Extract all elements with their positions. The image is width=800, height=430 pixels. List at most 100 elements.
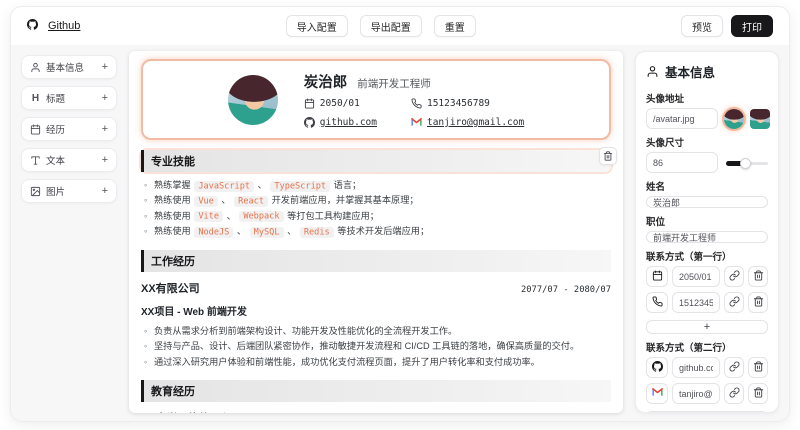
link-button[interactable] xyxy=(724,292,744,313)
delete-button[interactable] xyxy=(748,383,768,404)
link-button[interactable] xyxy=(724,357,744,378)
icon-picker-button[interactable] xyxy=(646,266,668,287)
contact-phone-input[interactable] xyxy=(672,292,720,313)
delete-button[interactable] xyxy=(748,266,768,287)
config-buttons: 导入配置 导出配置 重置 xyxy=(80,15,681,37)
contact-github[interactable]: github.com xyxy=(303,117,377,128)
work-section[interactable]: 工作经历 XX有限公司 2077/07 - 2080/07 XX项目 - Web… xyxy=(141,249,611,371)
contact-entry-date xyxy=(646,266,768,287)
avatar-url-input[interactable] xyxy=(646,108,718,129)
resume-name: 炭治郎 xyxy=(303,75,348,91)
name-label: 姓名 xyxy=(646,182,666,193)
slider-knob[interactable] xyxy=(739,157,751,169)
panel-title: 基本信息 xyxy=(646,62,768,81)
avatar-thumb-square[interactable] xyxy=(750,108,770,129)
contact-phone: 15123456789 xyxy=(411,98,524,109)
resume-preview-area: 炭治郎 前端开发工程师 2050/01 15123456789 github.c… xyxy=(129,51,623,413)
sidebar-item-text[interactable]: 文本 + xyxy=(21,148,117,172)
trash-icon xyxy=(753,269,764,284)
contact-email-input[interactable] xyxy=(672,383,720,404)
resume-job-title: 前端开发工程师 xyxy=(357,78,431,90)
work-bullet: 通过深入研究用户体验和前端性能，成功优化支付流程页面，提升了用户转化率和支付成功… xyxy=(141,355,611,371)
trash-icon xyxy=(603,149,613,164)
delete-section-button[interactable] xyxy=(599,147,617,165)
avatar-thumb-circle[interactable] xyxy=(724,108,744,129)
add-icon: + xyxy=(101,123,108,135)
job-input[interactable] xyxy=(646,231,768,243)
user-icon xyxy=(30,62,41,73)
add-contact-row1-button[interactable]: + xyxy=(646,320,768,334)
icon-picker-button[interactable] xyxy=(646,292,668,313)
sidebar-item-experience[interactable]: 经历 + xyxy=(21,117,117,141)
preview-button[interactable]: 预览 xyxy=(681,15,723,37)
github-icon xyxy=(303,117,315,128)
name-input[interactable] xyxy=(646,196,768,208)
education-section[interactable]: 教育经历 XX大学 - 软件工程 2073/07 - 2077/07 xyxy=(141,380,611,413)
add-icon: + xyxy=(101,92,108,104)
import-config-button[interactable]: 导入配置 xyxy=(285,15,348,37)
app-window: Github 导入配置 导出配置 重置 预览 打印 基本信息 + H 标题 + … xyxy=(10,6,790,422)
link-icon xyxy=(728,295,740,310)
skill-bullet: 熟练掌握 JavaScript 、 TypeScript 语言； xyxy=(141,178,611,194)
gmail-icon xyxy=(651,386,663,401)
user-icon xyxy=(646,65,659,78)
add-contact-row2-button[interactable]: + xyxy=(646,411,768,412)
action-buttons: 预览 打印 xyxy=(681,15,773,37)
github-link[interactable]: Github xyxy=(48,20,80,32)
contact-row1-label: 联系方式（第一行） xyxy=(646,252,732,263)
link-icon xyxy=(728,360,740,375)
education-heading: 教育经历 xyxy=(141,380,611,403)
contact-row2-label: 联系方式（第二行） xyxy=(646,343,732,354)
export-config-button[interactable]: 导出配置 xyxy=(359,15,422,37)
contact-date: 2050/01 xyxy=(304,98,377,109)
gmail-icon xyxy=(410,117,422,128)
phone-icon xyxy=(652,295,663,310)
company-name: XX有限公司 xyxy=(141,282,200,295)
sidebar-item-basic-info[interactable]: 基本信息 + xyxy=(21,55,117,79)
contact-entry-email xyxy=(646,383,768,404)
avatar-url-label: 头像地址 xyxy=(646,94,685,105)
print-button[interactable]: 打印 xyxy=(731,15,773,37)
link-button[interactable] xyxy=(724,266,744,287)
company-date: 2077/07 - 2080/07 xyxy=(520,284,611,295)
skills-list: 熟练掌握 JavaScript 、 TypeScript 语言； 熟练使用 Vu… xyxy=(141,178,611,240)
resume-basic-info-block[interactable]: 炭治郎 前端开发工程师 2050/01 15123456789 github.c… xyxy=(141,59,611,140)
contact-date-input[interactable] xyxy=(672,266,720,287)
add-icon: + xyxy=(101,185,108,197)
top-toolbar: Github 导入配置 导出配置 重置 预览 打印 xyxy=(11,7,789,45)
contact-github-input[interactable] xyxy=(672,357,720,378)
avatar-size-input[interactable] xyxy=(646,152,718,173)
basic-info-panel: 基本信息 头像地址 头像尺寸 姓名 xyxy=(635,51,779,413)
image-icon xyxy=(30,186,41,197)
icon-picker-button[interactable] xyxy=(646,357,668,378)
heading-icon: H xyxy=(31,92,40,104)
skills-section[interactable]: 专业技能 熟练掌握 JavaScript 、 TypeScript 语言； 熟练… xyxy=(141,147,617,240)
avatar-size-label: 头像尺寸 xyxy=(646,138,685,149)
contact-grid: 2050/01 15123456789 github.com tanjiro@g… xyxy=(303,98,524,128)
github-icon xyxy=(27,18,42,34)
calendar-icon xyxy=(304,98,315,109)
calendar-icon xyxy=(30,123,41,135)
delete-button[interactable] xyxy=(748,357,768,378)
link-button[interactable] xyxy=(724,383,744,404)
sidebar-item-heading[interactable]: H 标题 + xyxy=(21,86,117,110)
contact-email[interactable]: tanjiro@gmail.com xyxy=(410,117,524,128)
add-icon: + xyxy=(101,61,108,73)
link-icon xyxy=(728,386,740,401)
contact-entry-phone xyxy=(646,292,768,313)
sidebar-item-image[interactable]: 图片 + xyxy=(21,179,117,203)
delete-button[interactable] xyxy=(748,292,768,313)
phone-icon xyxy=(411,98,422,109)
add-icon: + xyxy=(101,154,108,166)
brand: Github xyxy=(27,18,80,34)
skills-heading: 专业技能 xyxy=(141,150,611,172)
avatar xyxy=(227,74,278,125)
avatar-size-slider[interactable] xyxy=(726,157,768,169)
github-icon xyxy=(651,360,663,375)
job-label: 职位 xyxy=(646,217,666,228)
reset-button[interactable]: 重置 xyxy=(433,15,476,37)
skill-bullet: 熟练使用 Vite 、 Webpack 等打包工具构建应用； xyxy=(141,209,611,225)
trash-icon xyxy=(753,295,764,310)
icon-picker-button[interactable] xyxy=(646,383,668,404)
work-bullet: 坚持与产品、设计、后端团队紧密协作，推动敏捷开发流程和 CI/CD 工具链的落地… xyxy=(141,339,611,355)
